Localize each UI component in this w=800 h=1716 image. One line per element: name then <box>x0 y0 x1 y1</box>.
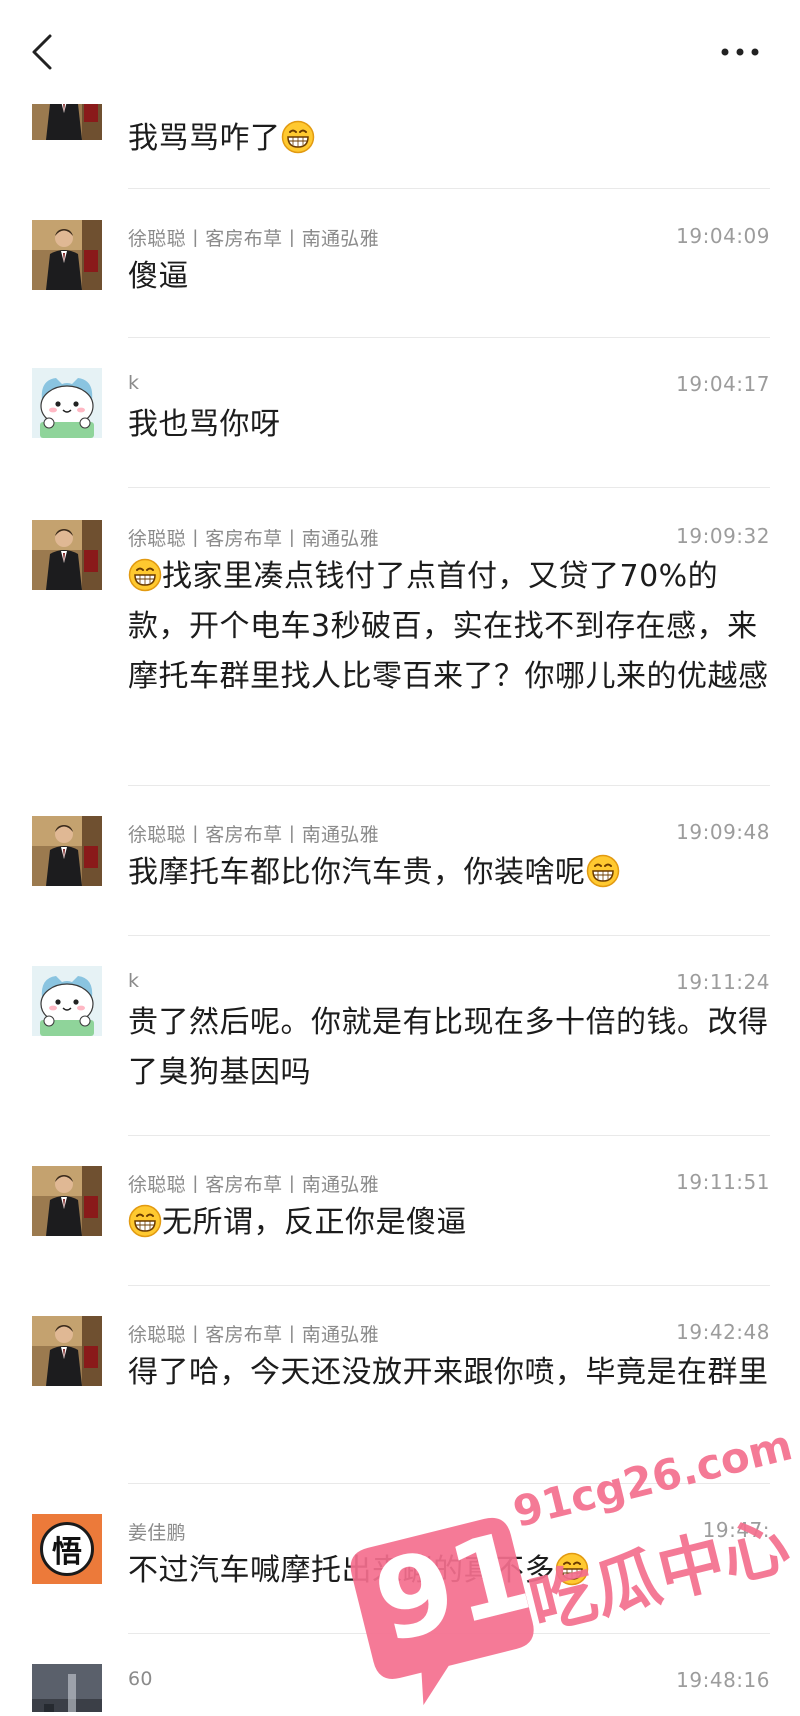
grinning-face-emoji <box>128 1204 162 1238</box>
message-text: 我摩托车都比你汽车贵，你装啥呢 <box>128 848 778 898</box>
message-text: 找家里凑点钱付了点首付，又贷了70%的款，开个电车3秒破百，实在找不到存在感，来… <box>128 552 778 702</box>
sender-name: 徐聪聪丨客房布草丨南通弘雅 <box>128 1174 379 1196</box>
message-text-content: 不过汽车喊摩托出来蹦的真不多 <box>128 1553 555 1588</box>
sender-name: 徐聪聪丨客房布草丨南通弘雅 <box>128 1324 379 1346</box>
message-text: 我骂骂咋了 <box>128 114 778 164</box>
avatar[interactable] <box>32 1316 102 1386</box>
message-text-content: 无所谓，反正你是傻逼 <box>162 1205 467 1240</box>
top-nav-bar <box>0 0 800 104</box>
message-list[interactable]: 我骂骂咋了 徐聪聪丨客房布草丨南通弘雅 19:04:09 傻逼 k 19:04:… <box>0 0 800 1712</box>
more-horizontal-icon <box>721 48 759 56</box>
sender-name: 60 <box>128 1668 153 1690</box>
message-item[interactable]: 徐聪聪丨客房布草丨南通弘雅 19:42:48 得了哈，今天还没放开来跟你喷，毕竟… <box>0 1286 800 1484</box>
chevron-left-icon <box>32 34 52 70</box>
message-text: 得了哈，今天还没放开来跟你喷，毕竟是在群里 <box>128 1355 769 1390</box>
more-options-button[interactable] <box>710 30 770 74</box>
sender-name: 徐聪聪丨客房布草丨南通弘雅 <box>128 228 379 250</box>
message-time: 19:11:24 <box>676 970 770 994</box>
avatar[interactable]: 悟 <box>32 1514 102 1584</box>
message-item[interactable]: k 19:04:17 我也骂你呀 <box>0 338 800 488</box>
message-item[interactable]: 徐聪聪丨客房布草丨南通弘雅 19:11:51 无所谓，反正你是傻逼 <box>0 1136 800 1286</box>
message-text-content: 找家里凑点钱付了点首付，又贷了70%的款，开个电车3秒破百，实在找不到存在感，来… <box>128 559 769 694</box>
message-time: 19:42:48 <box>676 1320 770 1344</box>
grinning-face-emoji <box>586 854 620 888</box>
divider <box>128 188 770 189</box>
message-item[interactable]: 60 19:48:16 <box>0 1634 800 1712</box>
message-item[interactable]: 悟 姜佳鹏 19:47: 不过汽车喊摩托出来蹦的真不多 <box>0 1484 800 1634</box>
message-text: 傻逼 <box>128 259 189 294</box>
avatar[interactable] <box>32 368 102 438</box>
message-text: 我也骂你呀 <box>128 407 281 442</box>
message-text: 贵了然后呢。你就是有比现在多十倍的钱。改得了臭狗基因吗 <box>128 1005 769 1090</box>
message-item[interactable]: 徐聪聪丨客房布草丨南通弘雅 19:09:48 我摩托车都比你汽车贵，你装啥呢 <box>0 786 800 936</box>
message-item[interactable]: k 19:11:24 贵了然后呢。你就是有比现在多十倍的钱。改得了臭狗基因吗 <box>0 936 800 1136</box>
avatar[interactable] <box>32 220 102 290</box>
message-time: 19:04:09 <box>676 224 770 248</box>
avatar[interactable] <box>32 520 102 590</box>
message-text: 无所谓，反正你是傻逼 <box>128 1198 778 1248</box>
message-time: 19:48:16 <box>676 1668 770 1692</box>
message-time: 19:09:48 <box>676 820 770 844</box>
grinning-face-emoji <box>128 558 162 592</box>
message-item[interactable]: 徐聪聪丨客房布草丨南通弘雅 19:09:32 找家里凑点钱付了点首付，又贷了70… <box>0 488 800 786</box>
message-item[interactable]: 徐聪聪丨客房布草丨南通弘雅 19:04:09 傻逼 <box>0 190 800 338</box>
message-text: 不过汽车喊摩托出来蹦的真不多 <box>128 1546 778 1596</box>
avatar[interactable] <box>32 1664 102 1712</box>
message-time: 19:04:17 <box>676 372 770 396</box>
sender-name: 徐聪聪丨客房布草丨南通弘雅 <box>128 824 379 846</box>
message-text-content: 我骂骂咋了 <box>128 121 281 156</box>
grinning-face-emoji <box>555 1552 589 1586</box>
wu-character-logo: 悟 <box>40 1522 94 1576</box>
avatar[interactable] <box>32 966 102 1036</box>
back-button[interactable] <box>22 30 62 74</box>
sender-name: 姜佳鹏 <box>128 1522 186 1544</box>
sender-name: 徐聪聪丨客房布草丨南通弘雅 <box>128 528 379 550</box>
grinning-face-emoji <box>281 120 315 154</box>
sender-name: k <box>128 970 140 992</box>
avatar[interactable] <box>32 1166 102 1236</box>
message-text-content: 我摩托车都比你汽车贵，你装啥呢 <box>128 855 586 890</box>
avatar[interactable] <box>32 816 102 886</box>
message-time: 19:09:32 <box>676 524 770 548</box>
message-time: 19:11:51 <box>676 1170 770 1194</box>
message-time: 19:47: <box>702 1518 770 1542</box>
sender-name: k <box>128 372 140 394</box>
